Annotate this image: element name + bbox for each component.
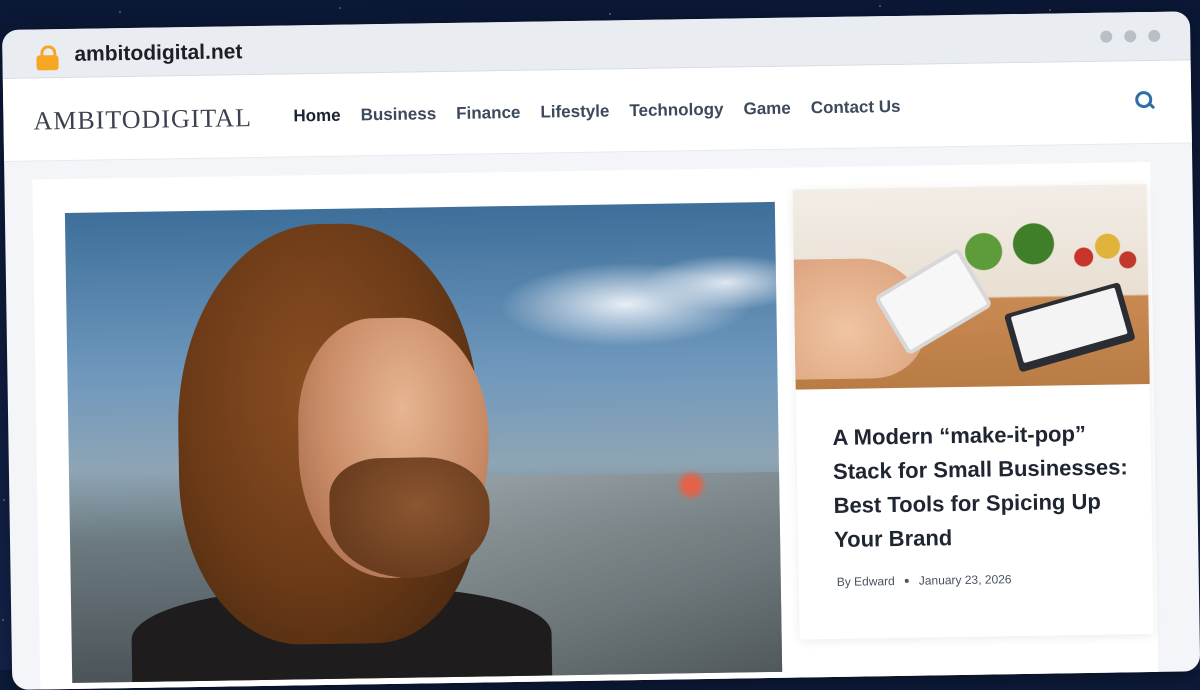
site-logo[interactable]: AMBITODIGITAL [33,103,252,136]
nav-business[interactable]: Business [360,104,436,125]
address-bar-url[interactable]: ambitodigital.net [74,40,242,67]
lock-icon [36,45,59,71]
browser-window: ambitodigital.net AMBITODIGITAL Home Bus… [2,11,1200,690]
post-author[interactable]: By Edward [837,574,895,589]
post-card[interactable]: A Modern “make-it-pop” Stack for Small B… [792,184,1154,640]
meta-separator [904,578,909,583]
main-nav: Home Business Finance Lifestyle Technolo… [293,97,900,127]
nav-technology[interactable]: Technology [629,100,723,121]
site-header: AMBITODIGITAL Home Business Finance Life… [2,60,1192,162]
nav-lifestyle[interactable]: Lifestyle [540,101,609,122]
post-meta: By Edward January 23, 2026 [837,572,1012,589]
window-dot-icon[interactable] [1124,30,1137,43]
window-dot-icon[interactable] [1100,30,1113,43]
nav-home[interactable]: Home [293,106,341,127]
nav-contact-us[interactable]: Contact Us [811,97,901,118]
post-title[interactable]: A Modern “make-it-pop” Stack for Small B… [832,416,1134,557]
window-dot-icon[interactable] [1148,29,1161,42]
post-date: January 23, 2026 [918,572,1012,588]
main-content: A Modern “make-it-pop” Stack for Small B… [32,161,1159,690]
nav-game[interactable]: Game [743,99,791,120]
nav-finance[interactable]: Finance [456,103,521,124]
post-card-image[interactable] [792,184,1150,390]
search-icon[interactable] [1135,90,1156,111]
featured-post-image[interactable] [64,201,783,683]
window-controls [1100,29,1161,43]
